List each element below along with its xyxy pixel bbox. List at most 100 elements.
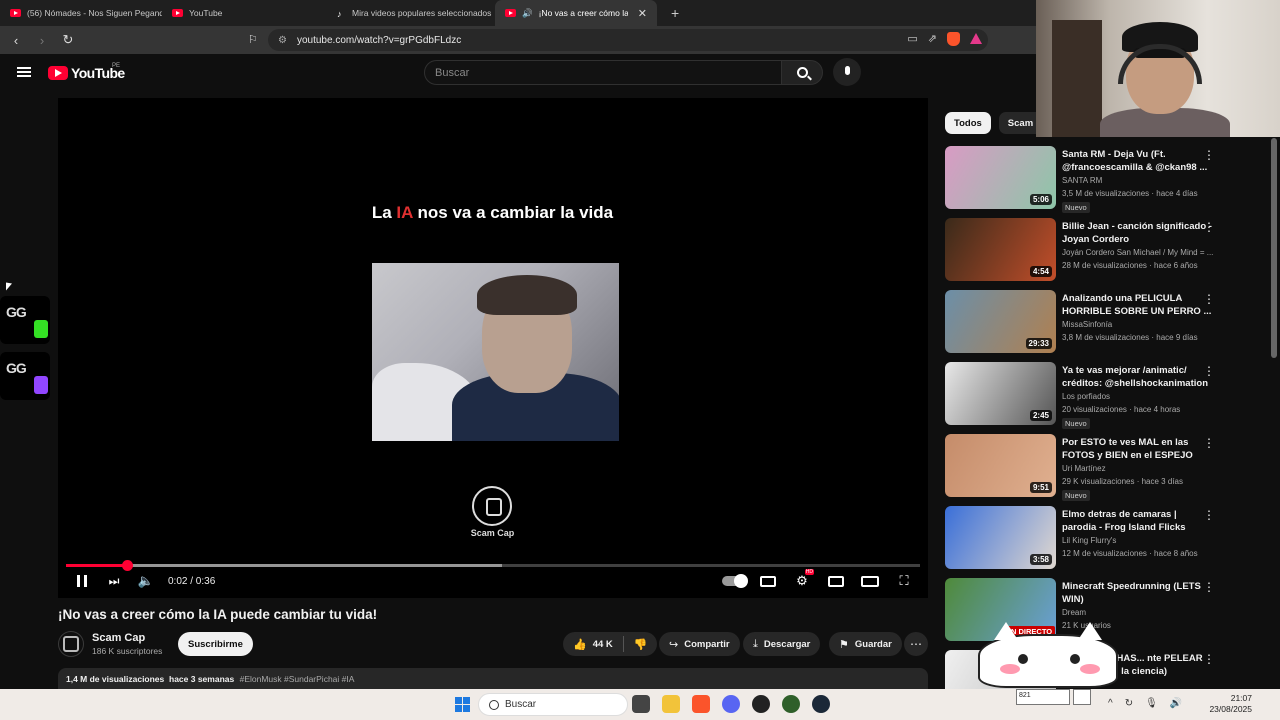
recommendation-title[interactable]: Por ESTO te ves MAL en las FOTOS y BIEN …	[1062, 436, 1212, 462]
search-input[interactable]: Buscar	[424, 60, 782, 85]
recommendation-channel[interactable]: Joyán Cordero San Michael / My Mind = ..…	[1062, 248, 1214, 257]
like-count[interactable]: 44 K	[593, 639, 613, 650]
video-thumbnail[interactable]: 29:33	[945, 290, 1056, 353]
volume-icon[interactable]: 🔊	[1170, 698, 1182, 709]
clock[interactable]: 21:07 23/08/2025	[1204, 693, 1252, 715]
recommendation-item[interactable]: 29:33 Analizando una PELICULA HORRIBLE SO…	[945, 290, 1265, 362]
pause-button[interactable]	[66, 575, 98, 587]
url-text: youtube.com/watch?v=grPGdbFLdzc	[296, 34, 462, 46]
video-thumbnail[interactable]: 3:58	[945, 506, 1056, 569]
video-player[interactable]: La IA nos va a cambiar la vida Scam Cap …	[58, 98, 928, 598]
fullscreen-button[interactable]: ⛶	[888, 573, 920, 589]
close-tab-icon[interactable]: ✕	[638, 7, 647, 20]
recommendation-item[interactable]: 3:58 Elmo detras de camaras | parodia - F…	[945, 506, 1265, 578]
recommendation-title[interactable]: Ya te vas mejorar /animatic/ créditos: @…	[1062, 364, 1212, 390]
hashtags[interactable]: #ElonMusk #SundarPichai #IA	[240, 674, 355, 684]
tray-expand-icon[interactable]: ^	[1108, 698, 1113, 709]
brave-rewards-icon[interactable]	[970, 33, 982, 44]
microphone-icon[interactable]: 🎙	[1145, 698, 1158, 709]
more-options-icon[interactable]: ⋮	[1203, 220, 1215, 234]
new-tab-button[interactable]: +	[671, 5, 679, 21]
browser-tab[interactable]: YouTube	[162, 0, 327, 26]
toggle-icon	[722, 574, 748, 588]
brave-shield-icon[interactable]	[947, 32, 960, 46]
video-thumbnail[interactable]: 2:45	[945, 362, 1056, 425]
recommendation-item[interactable]: 2:45 Ya te vas mejorar /animatic/ crédito…	[945, 362, 1265, 434]
recommendation-title[interactable]: Elmo detras de camaras | parodia - Frog …	[1062, 508, 1212, 534]
sync-icon[interactable]: ↻	[1125, 698, 1133, 709]
more-options-icon[interactable]: ⋮	[1203, 436, 1215, 450]
hamburger-menu-icon[interactable]	[17, 67, 31, 77]
volume-button[interactable]: 🔈	[130, 573, 162, 589]
browser-tab[interactable]: ♪ Mira videos populares seleccionados	[327, 0, 495, 26]
recommendation-channel[interactable]: Dream	[1062, 608, 1214, 617]
channel-name[interactable]: Scam Cap	[92, 632, 145, 644]
share-icon[interactable]: ⇗	[928, 32, 937, 46]
video-thumbnail[interactable]: 4:54	[945, 218, 1056, 281]
more-options-icon[interactable]: ⋮	[1203, 652, 1215, 666]
autoplay-toggle[interactable]	[718, 574, 750, 588]
channel-avatar[interactable]	[58, 631, 84, 657]
subtitles-button[interactable]	[752, 575, 784, 587]
share-button[interactable]: ↪ Compartir	[659, 632, 740, 656]
browser-tab[interactable]: (56) Nómades - Nos Siguen Pegando	[0, 0, 162, 26]
recommendation-channel[interactable]: Los porfiados	[1062, 392, 1214, 401]
next-button[interactable]: ⏭	[98, 574, 130, 589]
download-button[interactable]: ⤓ Descargar	[743, 632, 821, 656]
back-icon[interactable]: ‹	[6, 33, 26, 48]
recommendation-title[interactable]: Santa RM - Deja Vu (Ft. @francoescamilla…	[1062, 148, 1212, 174]
youtube-favicon-icon	[505, 9, 516, 17]
forward-icon[interactable]: ›	[32, 33, 52, 48]
dislike-icon[interactable]: 👎	[634, 638, 648, 651]
recommendation-channel[interactable]: Lil King Flurry's	[1062, 536, 1214, 545]
recommendation-title[interactable]: Minecraft Speedrunning (LETS WIN)	[1062, 580, 1212, 606]
more-options-icon[interactable]: ⋮	[1203, 364, 1215, 378]
recommendation-channel[interactable]: Uri Martínez	[1062, 464, 1214, 473]
youtube-logo[interactable]: YouTube PE	[48, 63, 125, 81]
more-options-icon[interactable]: ⋮	[1203, 508, 1215, 522]
brave-browser-icon[interactable]	[692, 695, 710, 713]
reload-icon[interactable]: ↻	[58, 32, 78, 48]
video-thumbnail[interactable]: 9:51	[945, 434, 1056, 497]
more-actions-button[interactable]: ⋯	[904, 632, 928, 656]
start-button-icon[interactable]	[455, 697, 470, 712]
site-info-icon[interactable]: ⚙	[278, 35, 287, 46]
scrollbar-thumb[interactable]	[1271, 138, 1277, 358]
recommendation-item[interactable]: EN DIRECTO Minecraft Speedrunning (LETS W…	[945, 578, 1265, 650]
task-view-icon[interactable]	[632, 695, 650, 713]
recommendation-title[interactable]: Billie Jean - canción significado - Joya…	[1062, 220, 1212, 246]
browser-tab-active[interactable]: 🔊 ¡No vas a creer cómo la IA pu ✕	[495, 0, 657, 26]
settings-button[interactable]: ⚙ HD	[786, 569, 818, 589]
cast-icon[interactable]: ▭	[907, 32, 917, 46]
recommendation-channel[interactable]: SANTA RM	[1062, 176, 1214, 185]
obs-icon[interactable]	[752, 695, 770, 713]
save-button[interactable]: ⚑ Guardar	[829, 632, 902, 656]
video-frame[interactable]: La IA nos va a cambiar la vida Scam Cap	[355, 108, 630, 598]
address-bar[interactable]: ⚙ youtube.com/watch?v=grPGdbFLdzc	[268, 29, 988, 51]
steam-icon[interactable]	[812, 695, 830, 713]
recommendation-item[interactable]: 4:54 Billie Jean - canción significado - …	[945, 218, 1265, 290]
video-thumbnail[interactable]: 5:06	[945, 146, 1056, 209]
voice-search-button[interactable]	[833, 58, 861, 86]
more-options-icon[interactable]: ⋮	[1203, 580, 1215, 594]
xbox-icon[interactable]	[782, 695, 800, 713]
recommendation-channel[interactable]: MissaSinfonía	[1062, 320, 1214, 329]
watermark-text: Scam Cap	[470, 528, 515, 538]
recommendation-item[interactable]: 5:06 Santa RM - Deja Vu (Ft. @francoescam…	[945, 146, 1265, 218]
discord-icon[interactable]	[722, 695, 740, 713]
file-explorer-icon[interactable]	[662, 695, 680, 713]
more-options-icon[interactable]: ⋮	[1203, 292, 1215, 306]
taskbar-search-input[interactable]: Buscar	[478, 693, 628, 716]
chip-todos[interactable]: Todos	[945, 112, 991, 134]
like-icon[interactable]: 👍	[573, 638, 587, 651]
theater-mode-button[interactable]	[854, 575, 886, 587]
keyboard-icon[interactable]	[1073, 689, 1091, 705]
recommendation-item[interactable]: 9:51 Por ESTO te ves MAL en las FOTOS y B…	[945, 434, 1265, 506]
progress-bar[interactable]	[66, 560, 920, 571]
more-options-icon[interactable]: ⋮	[1203, 148, 1215, 162]
miniplayer-button[interactable]	[820, 575, 852, 587]
recommendation-title[interactable]: Analizando una PELICULA HORRIBLE SOBRE U…	[1062, 292, 1212, 318]
search-button[interactable]	[781, 60, 823, 85]
bookmark-icon[interactable]: ⚐	[248, 33, 258, 46]
subscribe-button[interactable]: Suscribirme	[178, 632, 253, 656]
